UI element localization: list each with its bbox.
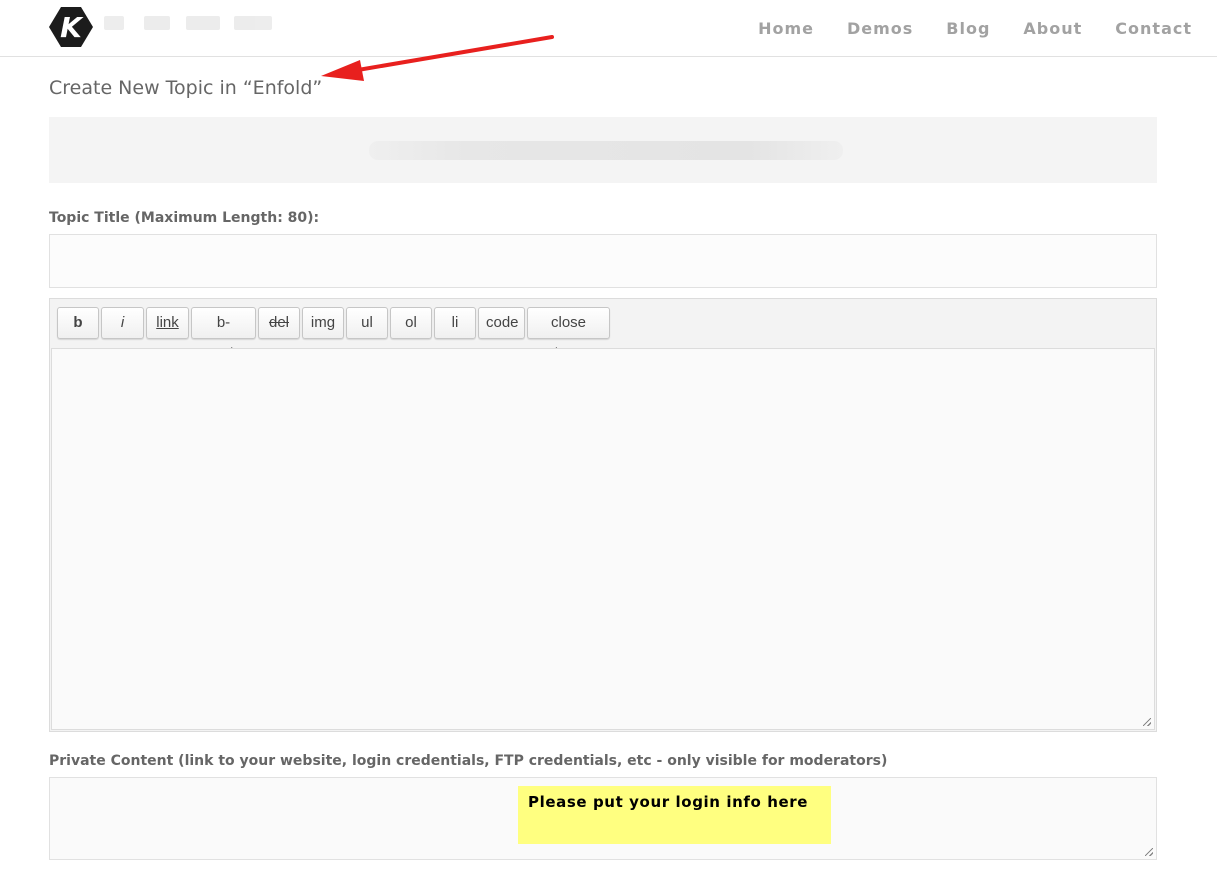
site-header: K Home Demos Blog About Contact: [0, 0, 1217, 57]
quicktag-bold-button[interactable]: b: [57, 307, 99, 339]
topic-content-textarea[interactable]: [51, 348, 1155, 730]
quicktag-ol-button[interactable]: ol: [390, 307, 432, 339]
nav-home[interactable]: Home: [758, 19, 814, 38]
nav-about[interactable]: About: [1023, 19, 1082, 38]
quicktag-link-button[interactable]: link: [146, 307, 189, 339]
quicktag-li-button[interactable]: li: [434, 307, 476, 339]
notice-banner: [49, 117, 1157, 183]
main-navigation: Home Demos Blog About Contact: [758, 0, 1192, 56]
resize-grip-icon[interactable]: [1143, 718, 1151, 726]
logo-icon[interactable]: K: [48, 6, 94, 48]
topic-editor: b i link b-quote del img ul ol li code c…: [49, 298, 1157, 732]
quicktag-img-button[interactable]: img: [302, 307, 344, 339]
quicktag-code-button[interactable]: code: [478, 307, 525, 339]
logo-letter: K: [60, 11, 84, 44]
nav-contact[interactable]: Contact: [1115, 19, 1192, 38]
private-content-label: Private Content (link to your website, l…: [49, 753, 888, 769]
quicktag-ul-button[interactable]: ul: [346, 307, 388, 339]
topic-title-label: Topic Title (Maximum Length: 80):: [49, 210, 320, 226]
quicktag-blockquote-button[interactable]: b-quote: [191, 307, 256, 361]
quicktags-toolbar: b i link b-quote del img ul ol li code c…: [57, 307, 610, 361]
login-info-annotation-note: Please put your login info here: [518, 786, 831, 844]
topic-title-input[interactable]: [49, 234, 1157, 288]
blurred-notice-text: [369, 141, 843, 160]
quicktag-close-tags-button[interactable]: close tags: [527, 307, 610, 361]
quicktag-italic-button[interactable]: i: [101, 307, 144, 339]
quicktag-del-button[interactable]: del: [258, 307, 300, 339]
nav-blog[interactable]: Blog: [946, 19, 990, 38]
faded-site-tagline: [104, 10, 282, 38]
nav-demos[interactable]: Demos: [847, 19, 913, 38]
page-title: Create New Topic in “Enfold”: [49, 77, 323, 99]
resize-grip-icon[interactable]: [1145, 848, 1153, 856]
